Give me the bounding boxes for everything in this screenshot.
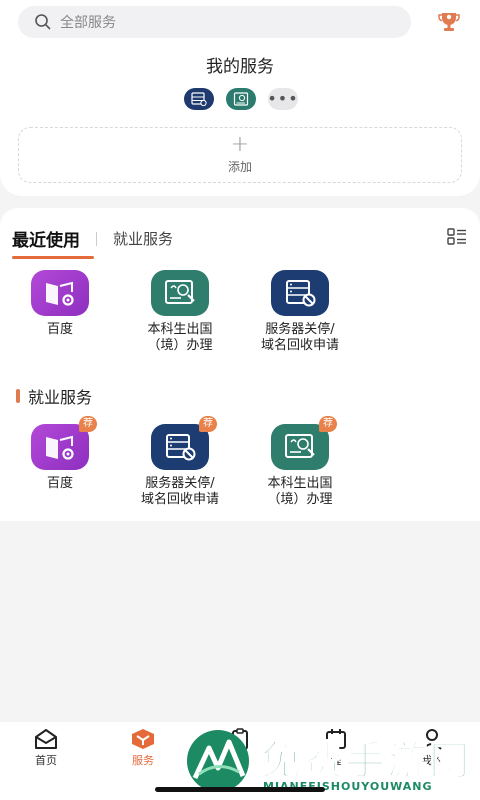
add-label: 添加 [227, 159, 252, 174]
server-block-icon [286, 280, 316, 307]
employment-section-header: 就业服务 [16, 384, 92, 408]
app-label: 本科生出国 （境）办理 [147, 322, 213, 353]
app-icon-tile [151, 270, 209, 316]
app-icon-tile: 荐 [271, 416, 337, 470]
app-label: 本科生出国 （境）办理 [267, 476, 333, 507]
employment-item-baidu[interactable]: 荐 百度 [0, 416, 120, 492]
add-service-button[interactable]: + 添加 [18, 127, 462, 183]
search-icon [35, 14, 51, 30]
more-icon[interactable]: ••• [267, 88, 298, 110]
app-label: 服务器关停/ 域名回收申请 [140, 476, 219, 507]
my-services-shortcuts: ••• [184, 88, 298, 110]
recent-item-baidu[interactable]: 百度 [0, 270, 120, 338]
app-icon-tile [31, 270, 89, 316]
server-block-icon [191, 92, 207, 106]
server-block-icon [166, 434, 196, 461]
tab-employment[interactable]: 就业服务 [113, 228, 173, 249]
recommend-badge: 荐 [199, 416, 217, 432]
book-gear-icon [46, 281, 74, 306]
nav-home[interactable]: 首页 [16, 728, 76, 768]
nav-home-label: 首页 [35, 754, 57, 767]
tab-recent[interactable]: 最近使用 [12, 226, 94, 259]
watermark-logo-icon [187, 730, 249, 792]
search-input[interactable]: 全部服务 [18, 6, 411, 38]
home-indicator [155, 787, 325, 792]
nav-services[interactable]: 服务 [113, 728, 173, 768]
app-icon-tile [271, 270, 329, 316]
services-cube-icon [132, 729, 154, 749]
my-services-card: 全部服务 我的服务 ••• + 添加 [0, 0, 480, 196]
certificate-icon [165, 280, 195, 304]
app-label: 百度 [46, 322, 73, 337]
recommend-badge: 荐 [79, 416, 97, 432]
trophy-icon[interactable] [437, 10, 461, 34]
certificate-icon [285, 434, 315, 458]
search-placeholder: 全部服务 [60, 15, 116, 31]
app-label: 百度 [46, 476, 73, 491]
my-services-title: 我的服务 [206, 57, 274, 77]
book-gear-icon [46, 435, 74, 460]
home-mail-icon [35, 729, 57, 749]
tab-divider [96, 231, 97, 246]
recent-item-server-shutdown[interactable]: 服务器关停/ 域名回收申请 [240, 270, 360, 354]
certificate-icon [233, 92, 249, 106]
app-icon-tile: 荐 [31, 416, 97, 470]
recommend-badge: 荐 [319, 416, 337, 432]
service-tabs: 最近使用 就业服务 [12, 226, 173, 259]
employment-item-server-shutdown[interactable]: 荐 服务器关停/ 域名回收申请 [120, 416, 240, 508]
app-icon-tile: 荐 [151, 416, 217, 470]
watermark-title: 免费手游网 [260, 736, 471, 785]
section-accent-bar [16, 389, 20, 403]
section-title: 就业服务 [28, 388, 93, 407]
recent-item-study-abroad[interactable]: 本科生出国 （境）办理 [120, 270, 240, 354]
employment-item-study-abroad[interactable]: 荐 本科生出国 （境）办理 [240, 416, 360, 508]
my-service-server-block[interactable] [184, 88, 214, 110]
plus-icon: + [230, 131, 250, 157]
list-view-icon[interactable] [447, 228, 467, 246]
services-panel: 最近使用 就业服务 百度 本科生出国 （境）办理 服务器关停/ 域名回收申请 就… [0, 208, 480, 521]
my-service-certificate[interactable] [226, 88, 256, 110]
nav-services-label: 服务 [132, 754, 154, 767]
app-label: 服务器关停/ 域名回收申请 [260, 322, 339, 353]
